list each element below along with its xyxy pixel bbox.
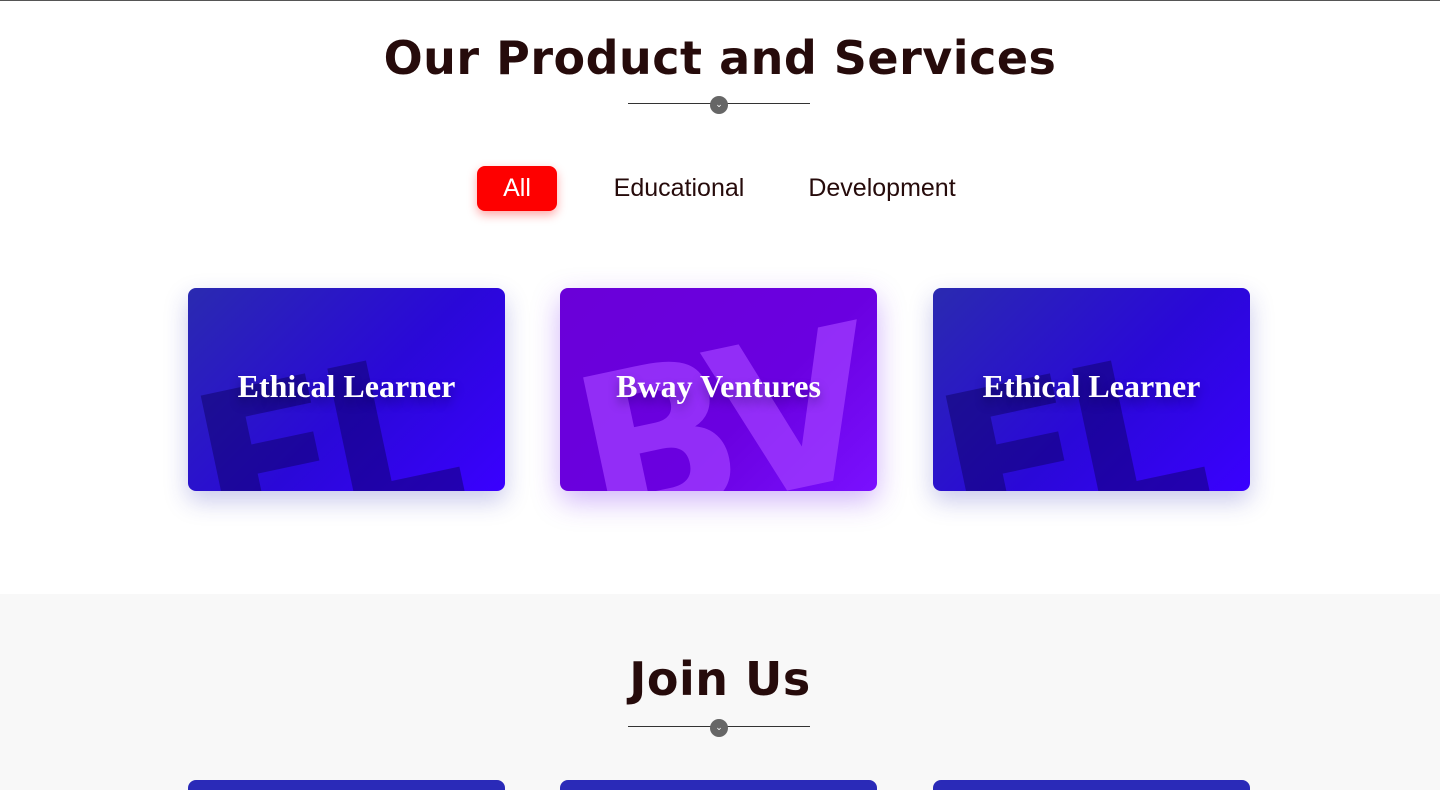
chevron-down-icon: ⌄ [710,96,728,114]
products-title: Our Product and Services [383,31,1057,85]
title-divider: ⌄ [628,96,810,114]
filter-educational-button[interactable]: Educational [600,166,758,211]
product-card-bway-ventures[interactable]: BV Bway Ventures [560,288,877,491]
join-card[interactable] [933,780,1250,790]
filter-development-button[interactable]: Development [792,166,972,211]
chevron-down-icon: ⌄ [710,719,728,737]
filter-all-button[interactable]: All [477,166,557,211]
filter-tabs: All Educational Development [0,166,1440,211]
join-title: Join Us [629,652,811,706]
products-section: Our Product and Services ⌄ All Education… [0,1,1440,594]
card-watermark: EL [188,306,468,491]
card-title: Ethical Learner [237,368,456,404]
card-title: Bway Ventures [616,368,821,404]
product-card-ethical-learner[interactable]: EL Ethical Learner [188,288,505,491]
join-card[interactable] [188,780,505,790]
join-card[interactable] [560,780,877,790]
card-title: Ethical Learner [982,368,1201,404]
title-divider: ⌄ [628,719,810,737]
join-section: Join Us ⌄ [0,594,1440,790]
card-watermark: EL [933,306,1213,491]
product-card-ethical-learner-2[interactable]: EL Ethical Learner [933,288,1250,491]
